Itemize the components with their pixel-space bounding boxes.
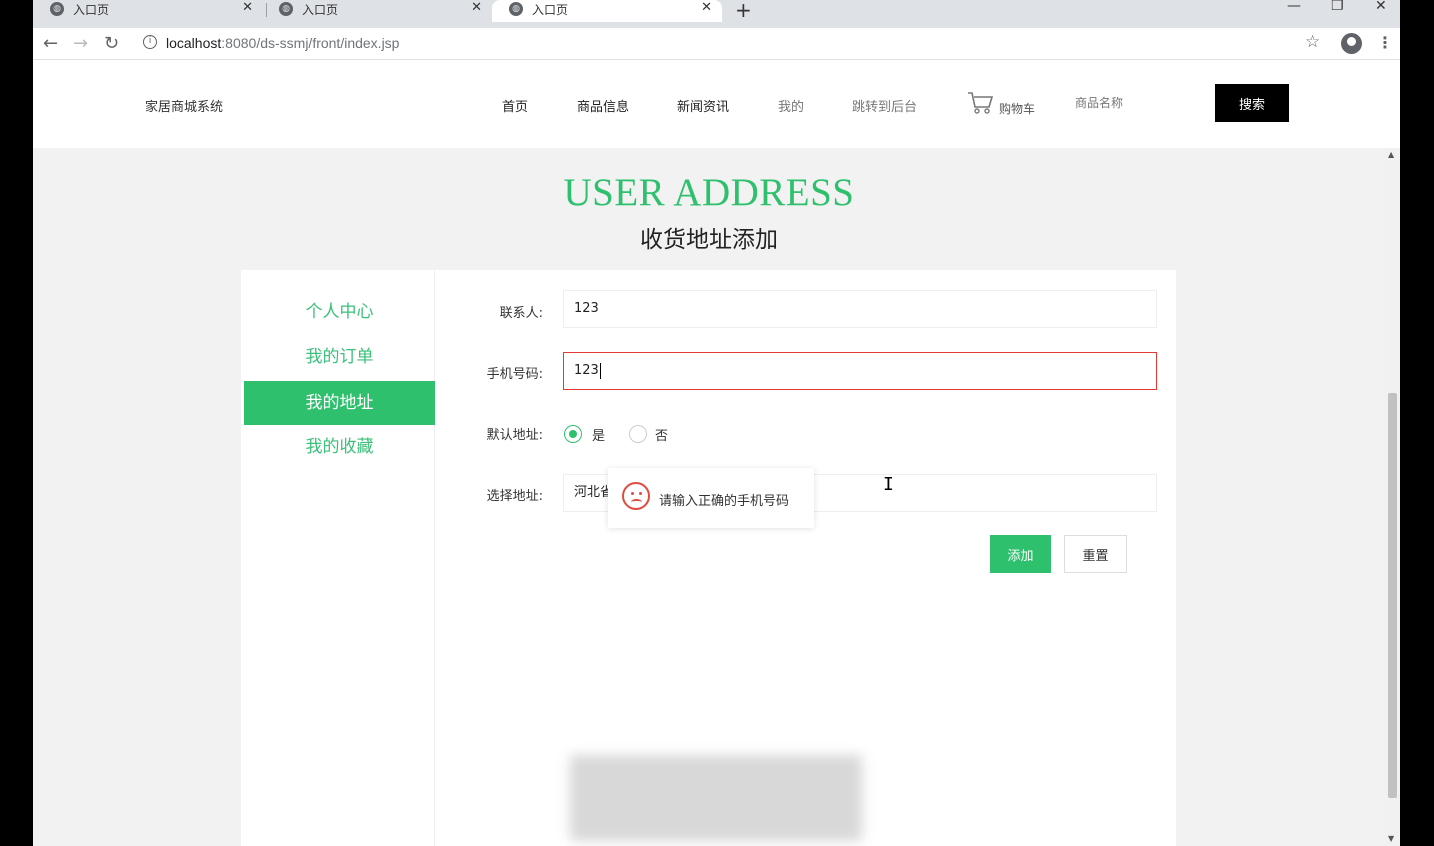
nav-products[interactable]: 商品信息 [577, 96, 629, 115]
user-sidebar: 个人中心 我的订单 我的地址 我的收藏 [241, 270, 435, 846]
page-scrollbar[interactable]: ▲ ▼ [1385, 148, 1400, 846]
product-search-input[interactable] [1063, 84, 1213, 122]
browser-window: ◍ 入口页 ✕ ◍ 入口页 ✕ ◍ 入口页 ✕ + — ❐ ✕ ← → ↻ i … [33, 0, 1400, 846]
globe-icon: ◍ [509, 2, 523, 16]
sidebar-item-orders[interactable]: 我的订单 [244, 335, 435, 379]
default-yes-label[interactable]: 是 [592, 425, 605, 444]
default-no-radio[interactable] [629, 425, 647, 443]
site-brand[interactable]: 家居商城系统 [145, 96, 223, 115]
tab-bar: ◍ 入口页 ✕ ◍ 入口页 ✕ ◍ 入口页 ✕ + — ❐ ✕ [33, 0, 1400, 28]
back-arrow-icon[interactable]: ← [43, 33, 58, 54]
tab-title: 入口页 [73, 3, 110, 17]
cart-label[interactable]: 购物车 [999, 100, 1035, 117]
reset-button[interactable]: 重置 [1064, 535, 1127, 573]
phone-label: 手机号码: [486, 367, 543, 382]
validation-tooltip: 请输入正确的手机号码 [608, 468, 814, 528]
reload-icon[interactable]: ↻ [104, 33, 119, 54]
sidebar-item-favorites[interactable]: 我的收藏 [244, 425, 435, 469]
close-tab-icon[interactable]: ✕ [242, 0, 253, 15]
close-tab-icon[interactable]: ✕ [701, 0, 712, 15]
blurred-overlay [570, 755, 862, 841]
forward-arrow-icon[interactable]: → [73, 33, 88, 54]
text-cursor-icon: I [883, 474, 894, 495]
info-icon[interactable]: i [143, 35, 157, 49]
browser-tab-1[interactable]: ◍ 入口页 ✕ [33, 0, 263, 20]
globe-icon: ◍ [279, 2, 293, 16]
search-button[interactable]: 搜索 [1215, 84, 1289, 122]
address-select-label: 选择地址: [486, 489, 543, 504]
browser-toolbar: ← → ↻ i localhost:8080/ds-ssmj/front/ind… [33, 28, 1400, 60]
address-bar[interactable]: i localhost:8080/ds-ssmj/front/index.jsp [133, 31, 1329, 57]
minimize-icon[interactable]: — [1287, 0, 1301, 14]
validation-message: 请输入正确的手机号码 [659, 494, 790, 509]
nav-mine[interactable]: 我的 [778, 96, 804, 115]
nav-home[interactable]: 首页 [502, 96, 528, 115]
contact-input[interactable]: 123 [563, 290, 1157, 328]
restore-icon[interactable]: ❐ [1331, 0, 1344, 14]
url-text[interactable]: localhost:8080/ds-ssmj/front/index.jsp [166, 35, 399, 51]
profile-avatar-icon[interactable] [1341, 33, 1362, 54]
globe-icon: ◍ [50, 2, 64, 16]
page-title: 收货地址添加 [640, 227, 778, 253]
browser-menu-icon[interactable]: ⋮ [1377, 33, 1393, 52]
nav-admin[interactable]: 跳转到后台 [852, 96, 917, 115]
browser-tab-3-active[interactable]: ◍ 入口页 ✕ [492, 0, 722, 22]
close-tab-icon[interactable]: ✕ [471, 0, 482, 15]
default-address-label: 默认地址: [486, 428, 543, 443]
page-title-english: USER ADDRESS [563, 171, 855, 214]
sad-face-icon [622, 482, 650, 510]
scroll-up-icon[interactable]: ▲ [1388, 150, 1394, 159]
contact-label: 联系人: [499, 306, 543, 321]
site-header: 家居商城系统 首页 商品信息 新闻资讯 我的 跳转到后台 购物车 搜索 [33, 60, 1400, 148]
scrollbar-thumb[interactable] [1388, 393, 1397, 798]
default-yes-radio[interactable] [564, 425, 582, 443]
nav-news[interactable]: 新闻资讯 [677, 96, 729, 115]
add-button[interactable]: 添加 [990, 535, 1051, 573]
scroll-down-icon[interactable]: ▼ [1388, 834, 1394, 843]
bookmark-star-icon[interactable]: ☆ [1305, 32, 1320, 52]
tab-title: 入口页 [532, 3, 569, 17]
sidebar-item-address[interactable]: 我的地址 [244, 381, 435, 425]
default-no-label[interactable]: 否 [655, 425, 668, 444]
shopping-cart-icon[interactable] [967, 91, 995, 115]
close-window-icon[interactable]: ✕ [1375, 0, 1387, 14]
tab-title: 入口页 [302, 3, 339, 17]
new-tab-button[interactable]: + [735, 0, 752, 22]
phone-input[interactable]: 123 [563, 352, 1157, 390]
sidebar-item-profile[interactable]: 个人中心 [244, 290, 435, 334]
browser-tab-2[interactable]: ◍ 入口页 ✕ [262, 0, 492, 20]
